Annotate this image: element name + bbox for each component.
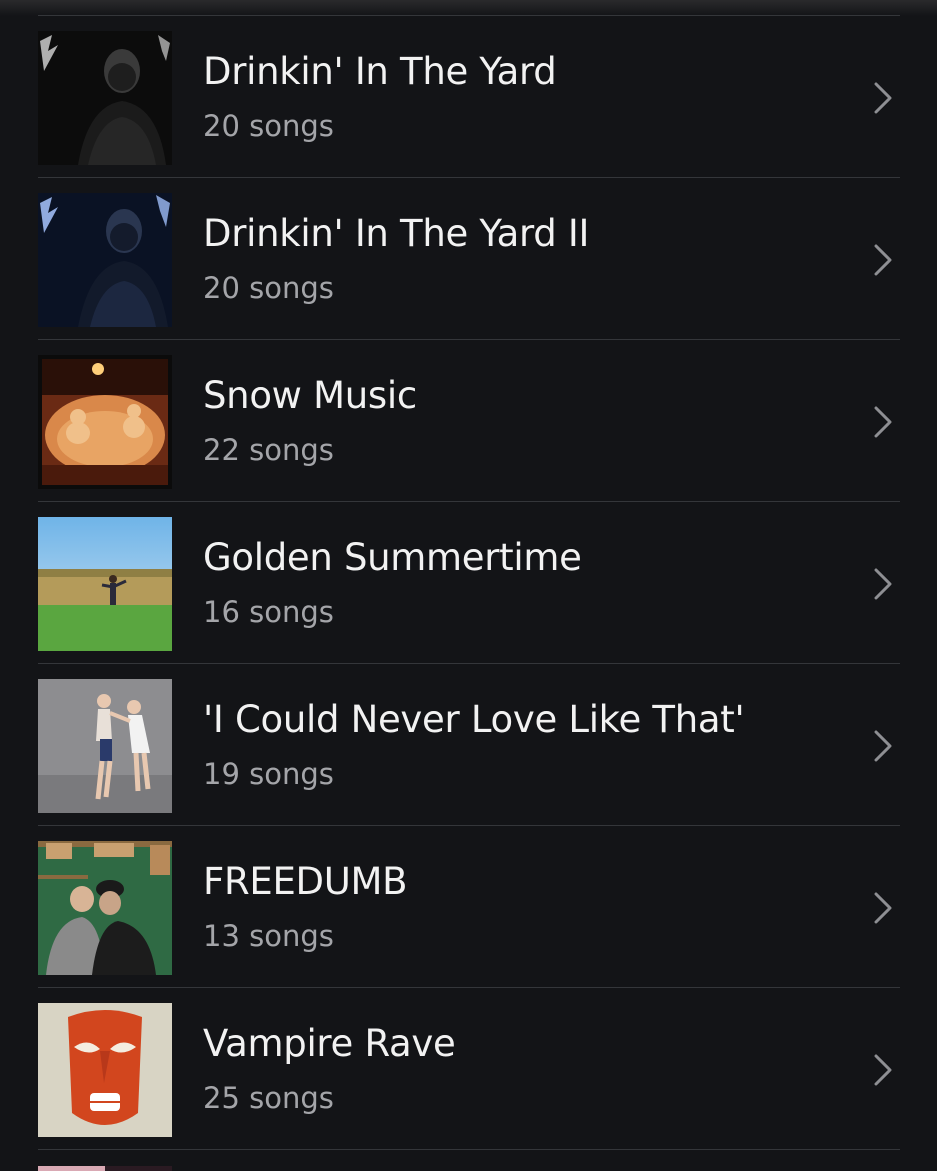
chevron-right-icon xyxy=(868,567,898,601)
chevron-right-icon xyxy=(868,405,898,439)
chevron-right-icon xyxy=(868,81,898,115)
playlist-row[interactable]: Snow Music 22 songs xyxy=(0,340,937,501)
playlist-song-count: 19 songs xyxy=(203,757,334,791)
playlist-song-count: 22 songs xyxy=(203,433,334,467)
playlist-song-count: 20 songs xyxy=(203,271,334,305)
playlist-title: 'I Could Never Love Like That' xyxy=(203,698,745,741)
playlist-row[interactable]: Drinkin' In The Yard 20 songs xyxy=(0,16,937,177)
playlist-row[interactable]: Golden Summertime 16 songs xyxy=(0,502,937,663)
playlist-song-count: 13 songs xyxy=(203,919,334,953)
playlist-title: FREEDUMB xyxy=(203,860,408,903)
top-edge-shadow xyxy=(0,0,937,16)
playlist-artwork xyxy=(38,31,172,165)
playlist-title: Vampire Rave xyxy=(203,1022,456,1065)
playlist-artwork xyxy=(38,679,172,813)
playlist-row[interactable]: Drinkin' In The Yard II 20 songs xyxy=(0,178,937,339)
chevron-right-icon xyxy=(868,243,898,277)
playlist-artwork xyxy=(38,841,172,975)
playlist-artwork xyxy=(38,193,172,327)
next-playlist-artwork-peek xyxy=(38,1166,172,1171)
chevron-right-icon xyxy=(868,1053,898,1087)
playlist-row[interactable]: Vampire Rave 25 songs xyxy=(0,988,937,1149)
playlist-row[interactable]: 'I Could Never Love Like That' 19 songs xyxy=(0,664,937,825)
playlist-artwork xyxy=(38,517,172,651)
playlist-artwork xyxy=(38,355,172,489)
playlist-row[interactable]: FREEDUMB 13 songs xyxy=(0,826,937,987)
chevron-right-icon xyxy=(868,729,898,763)
playlist-list: Drinkin' In The Yard 20 songs Drinkin' I… xyxy=(0,15,937,1150)
divider xyxy=(38,1149,900,1150)
playlist-title: Drinkin' In The Yard II xyxy=(203,212,590,255)
playlist-title: Snow Music xyxy=(203,374,417,417)
playlist-song-count: 20 songs xyxy=(203,109,334,143)
playlist-title: Drinkin' In The Yard xyxy=(203,50,557,93)
playlist-title: Golden Summertime xyxy=(203,536,582,579)
playlist-song-count: 25 songs xyxy=(203,1081,334,1115)
chevron-right-icon xyxy=(868,891,898,925)
playlist-artwork xyxy=(38,1003,172,1137)
playlist-song-count: 16 songs xyxy=(203,595,334,629)
